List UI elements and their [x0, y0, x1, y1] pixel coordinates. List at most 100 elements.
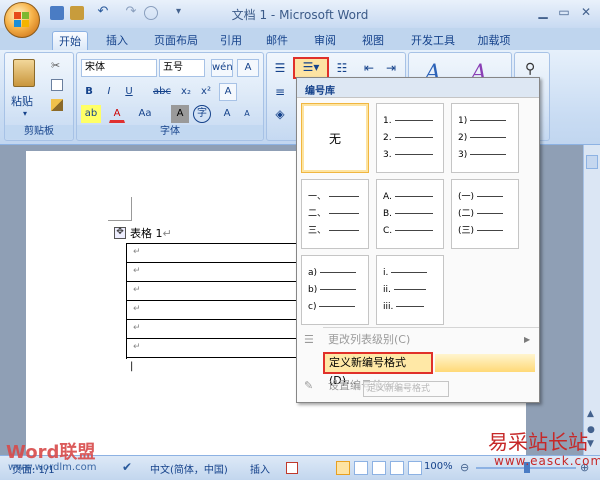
outline-view-icon[interactable]: [390, 461, 404, 475]
table-row: ↵: [127, 320, 299, 339]
tooltip: 定义新编号格式: [363, 381, 449, 397]
list-item: 3.: [383, 150, 433, 161]
spell-check-icon[interactable]: ✔: [122, 460, 132, 474]
font-color-button[interactable]: A: [109, 105, 125, 123]
paste-icon[interactable]: [13, 59, 35, 87]
vertical-scrollbar[interactable]: ▲ ● ▼: [583, 145, 600, 455]
increase-indent-button[interactable]: ⇥: [381, 59, 401, 77]
font-name-combo[interactable]: 宋体: [81, 59, 157, 77]
list-item: 一、: [308, 192, 360, 203]
list-item: 2.: [383, 133, 433, 144]
insert-mode-indicator[interactable]: 插入: [250, 461, 270, 476]
underline-button[interactable]: U: [121, 83, 137, 101]
tab-addins[interactable]: 加载项: [472, 31, 516, 50]
tab-home[interactable]: 开始: [52, 31, 88, 50]
numbering-arabic-paren-cell[interactable]: 1) 2) 3): [451, 103, 519, 173]
submenu-arrow-icon: ▶: [524, 335, 531, 344]
shading-button[interactable]: ◈: [269, 105, 291, 123]
tab-insert[interactable]: 插入: [100, 31, 134, 50]
language-indicator[interactable]: 中文(简体，中国): [150, 461, 228, 476]
numbering-dropdown: 编号库 无 1. 2. 3. 1) 2) 3) 一、 二、 三、 A. B. C…: [296, 77, 540, 403]
web-layout-icon[interactable]: [372, 461, 386, 475]
superscript-button[interactable]: x²: [197, 83, 215, 101]
copy-icon[interactable]: [51, 79, 63, 91]
numbering-none-cell[interactable]: 无: [301, 103, 369, 173]
highlight-button[interactable]: ab: [81, 105, 101, 123]
none-label: 无: [328, 132, 341, 146]
zoom-level[interactable]: 100%: [424, 461, 453, 472]
zoom-out-icon[interactable]: ⊖: [460, 461, 469, 474]
tab-view[interactable]: 视图: [358, 31, 388, 50]
multilevel-list-button[interactable]: ☷: [331, 59, 353, 77]
subscript-button[interactable]: x₂: [177, 83, 195, 101]
tab-mailings[interactable]: 邮件: [262, 31, 292, 50]
list-item: B.: [383, 209, 434, 220]
shrink-font-button[interactable]: A: [239, 105, 255, 123]
phonetic-guide-button[interactable]: wén: [211, 59, 233, 77]
scroll-thumb[interactable]: [586, 155, 598, 169]
menu-separator: [323, 327, 539, 328]
bullets-button[interactable]: ☰: [269, 59, 291, 77]
numbering-lower-alpha-cell[interactable]: a) b) c): [301, 255, 369, 325]
format-painter-button[interactable]: [51, 99, 63, 111]
table-row: ↵: [127, 339, 299, 358]
list-item: 1.: [383, 116, 433, 127]
char-border-button[interactable]: A: [237, 59, 259, 77]
tab-developer[interactable]: 开发工具: [406, 31, 460, 50]
office-button[interactable]: [4, 2, 40, 38]
define-new-number-format-item[interactable]: 定义新编号格式(D)...: [323, 352, 433, 387]
full-screen-reading-icon[interactable]: [354, 461, 368, 475]
change-list-level-item[interactable]: ☰ 更改列表级别(C) ▶: [298, 329, 538, 351]
numbering-arabic-dot-cell[interactable]: 1. 2. 3.: [376, 103, 444, 173]
close-icon[interactable]: ✕: [578, 4, 594, 20]
document-table[interactable]: ↵ ↵ ↵ ↵ ↵ ↵: [126, 243, 299, 359]
browse-object-icon[interactable]: ●: [587, 425, 595, 435]
change-case-button[interactable]: Aa: [135, 105, 155, 123]
draft-view-icon[interactable]: [408, 461, 422, 475]
set-value-icon: ✎: [304, 379, 314, 392]
paste-dropdown-icon[interactable]: ▾: [23, 109, 27, 118]
table-row: ↵: [127, 282, 299, 301]
tab-page-layout[interactable]: 页面布局: [148, 31, 204, 50]
grow-font-button[interactable]: A: [219, 105, 235, 123]
print-layout-icon[interactable]: [336, 461, 350, 475]
numbering-chinese-comma-cell[interactable]: 一、 二、 三、: [301, 179, 369, 249]
table-move-handle-icon[interactable]: ✥: [114, 227, 126, 239]
find-icon[interactable]: ⚲: [525, 61, 535, 77]
watermark-left-url: www.wordlm.com: [8, 462, 97, 473]
align-left-button[interactable]: ≡: [269, 83, 291, 101]
maximize-icon[interactable]: ▭: [556, 4, 572, 20]
list-item: 二、: [308, 209, 360, 220]
next-page-icon[interactable]: ▼: [587, 439, 594, 449]
decrease-indent-button[interactable]: ⇤: [359, 59, 379, 77]
list-level-icon: ☰: [304, 333, 314, 346]
prev-page-icon[interactable]: ▲: [587, 409, 594, 419]
macro-record-icon[interactable]: [286, 462, 298, 474]
numbering-roman-cell[interactable]: i. ii. iii.: [376, 255, 444, 325]
list-item: iii.: [383, 302, 425, 313]
clear-formatting-button[interactable]: A: [219, 83, 237, 101]
numbering-upper-alpha-cell[interactable]: A. B. C.: [376, 179, 444, 249]
font-group-label: 字体: [77, 125, 263, 139]
list-item: 三、: [308, 226, 360, 237]
cut-icon[interactable]: ✂: [51, 59, 60, 72]
italic-button[interactable]: I: [101, 83, 117, 101]
char-shading-button[interactable]: A: [171, 105, 189, 123]
tab-review[interactable]: 审阅: [310, 31, 340, 50]
paste-label[interactable]: 粘贴: [11, 93, 33, 109]
minimize-icon[interactable]: ▁: [535, 4, 551, 20]
list-item: 1): [458, 116, 507, 127]
list-item: a): [308, 268, 357, 279]
menu-item-highlight: [435, 354, 535, 372]
tab-references[interactable]: 引用: [216, 31, 246, 50]
font-size-combo[interactable]: 五号: [159, 59, 205, 77]
numbering-chinese-paren-cell[interactable]: (一) (二) (三): [451, 179, 519, 249]
enclose-chars-button[interactable]: 字: [193, 105, 211, 123]
strikethrough-button[interactable]: abc: [151, 83, 173, 101]
table-row: ↵: [127, 301, 299, 320]
table-row: ↵: [127, 263, 299, 282]
bold-button[interactable]: B: [81, 83, 97, 101]
numbering-button[interactable]: ☰▾: [293, 57, 329, 79]
numbering-library-header: 编号库: [297, 78, 539, 98]
watermark-right-logo: 易采站长站: [488, 430, 588, 454]
